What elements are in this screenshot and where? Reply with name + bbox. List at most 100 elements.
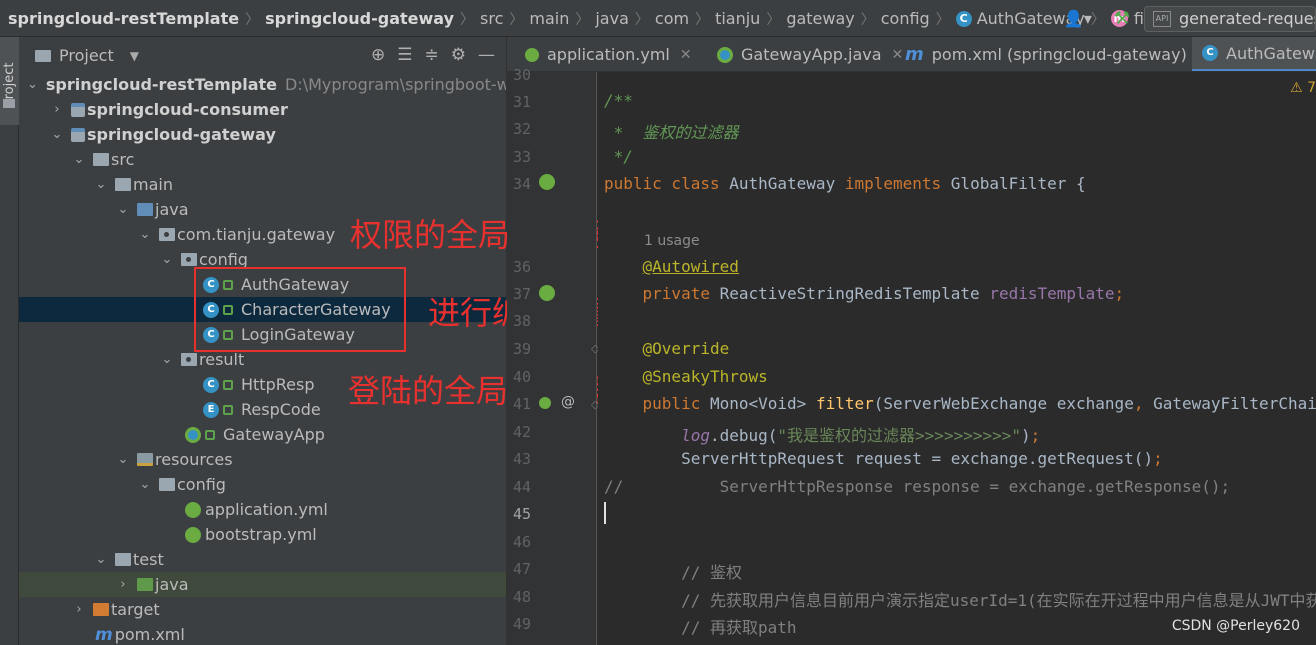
tab-pom-xml[interactable]: m pom.xml (springcloud-gateway) ✕: [905, 37, 1209, 71]
breadcrumb-item-module[interactable]: springcloud-gateway: [265, 9, 454, 28]
locate-icon[interactable]: ⊕: [371, 45, 385, 65]
package-icon: [181, 353, 197, 366]
breadcrumb-item-config[interactable]: config: [881, 9, 930, 28]
chevron-right-icon: ›: [76, 602, 82, 617]
chevron-right-icon: ›: [54, 102, 60, 117]
folder-icon: [159, 478, 175, 491]
breadcrumb-item-project[interactable]: springcloud-restTemplate: [8, 9, 239, 28]
package-icon: [181, 253, 197, 266]
chevron-down-icon: ⌄: [117, 452, 129, 467]
line-number: 49: [512, 615, 531, 633]
editor-tab-bar: application.yml ✕ GatewayApp.java ✕ m po…: [507, 37, 1316, 72]
class-icon: C: [203, 376, 219, 393]
folder-icon: [35, 49, 51, 62]
minimize-icon[interactable]: —: [478, 45, 495, 65]
chevron-right-icon: 〉: [460, 11, 475, 28]
chevron-down-icon: ⌄: [117, 202, 129, 217]
tree-node-test[interactable]: ⌄ test: [19, 547, 506, 572]
tree-node-label: bootstrap.yml: [205, 525, 317, 544]
code-editor[interactable]: ⚠ 7 /** * 鉴权的过滤器 */ public class AuthGat…: [598, 72, 1316, 645]
tree-node-target[interactable]: › target: [19, 597, 506, 622]
tab-gatewayapp-java[interactable]: GatewayApp.java ✕: [717, 37, 904, 71]
breadcrumb-item-com[interactable]: com: [655, 9, 689, 28]
gear-icon[interactable]: ⚙: [451, 45, 466, 65]
chevron-down-icon: ⌄: [27, 77, 38, 92]
project-panel-header: Project ▼ ⊕ ☰ ≑ ⚙ —: [19, 37, 506, 72]
chevron-right-icon: 〉: [509, 11, 524, 28]
class-icon: C: [1202, 45, 1218, 61]
chevron-down-icon: ⌄: [95, 177, 107, 192]
line-number: 42: [512, 423, 531, 441]
project-view-selector[interactable]: Project ▼: [35, 46, 139, 65]
tree-node-consumer[interactable]: › springcloud-consumer: [19, 97, 506, 122]
code-line-39: @Override: [642, 339, 730, 358]
line-number: 41: [512, 395, 531, 413]
code-line-42: log.debug("我是鉴权的过滤器>>>>>>>>>>");: [681, 426, 1041, 445]
tree-node-resources-config[interactable]: ⌄ config: [19, 472, 506, 497]
breadcrumb-item-gateway[interactable]: gateway: [786, 9, 854, 28]
tree-node-label: result: [199, 350, 245, 369]
excluded-folder-icon: [93, 603, 109, 616]
chevron-down-icon: ⌄: [161, 252, 173, 267]
collapse-all-icon[interactable]: ≑: [425, 45, 439, 65]
tree-node-test-java[interactable]: › java: [19, 572, 506, 597]
source-folder-icon: [137, 203, 153, 216]
chevron-down-icon: ⌄: [95, 552, 107, 567]
build-hammer-icon[interactable]: ⚒: [1114, 8, 1130, 29]
code-line-41: public Mono<Void> filter(ServerWebExchan…: [642, 394, 1316, 413]
tree-node-path: D:\Myprogram\springboot-wor: [285, 75, 507, 94]
project-tool-tab[interactable]: Project: [0, 37, 19, 125]
lock-icon: [223, 404, 233, 415]
tree-node-resources[interactable]: ⌄ resources: [19, 447, 506, 472]
breadcrumb-item-main[interactable]: main: [529, 9, 569, 28]
tree-node-bootstrap-yml[interactable]: bootstrap.yml: [19, 522, 506, 547]
close-icon[interactable]: ✕: [680, 47, 692, 63]
tree-node-label: pom.xml: [114, 625, 185, 644]
resources-folder-icon: [137, 453, 153, 466]
class-icon: C: [955, 10, 972, 27]
chevron-right-icon: 〉: [245, 11, 260, 28]
line-number: 44: [512, 478, 531, 496]
close-icon[interactable]: ✕: [892, 47, 904, 63]
tree-node-label: GatewayApp: [223, 425, 325, 444]
breadcrumb-item-java[interactable]: java: [595, 9, 629, 28]
maven-icon: m: [95, 624, 113, 645]
tree-node-application-yml[interactable]: application.yml: [19, 497, 506, 522]
usage-hint[interactable]: 1 usage: [644, 230, 700, 249]
run-config-selector[interactable]: API generated-requests: [1144, 5, 1316, 32]
tree-node-label: main: [133, 175, 173, 194]
chevron-down-icon: ▼: [129, 48, 139, 63]
tree-node-gateway-module[interactable]: ⌄ springcloud-gateway: [19, 122, 506, 147]
lock-icon: [205, 429, 215, 440]
tree-node-src[interactable]: ⌄ src: [19, 147, 506, 172]
line-number: 38: [512, 312, 531, 330]
folder-icon: [115, 178, 131, 191]
project-panel-tools: ⊕ ☰ ≑ ⚙ —: [371, 37, 506, 72]
tab-authgateway[interactable]: C AuthGatewa: [1192, 37, 1316, 71]
package-icon: [159, 228, 175, 241]
warning-indicator[interactable]: ⚠ 7: [1290, 80, 1316, 96]
code-line-48: // 先获取用户信息目前用户演示指定userId=1(在实际在开过程中用户信息是…: [604, 591, 1316, 610]
spring-bean-icon[interactable]: [539, 174, 555, 190]
tree-node-label: springcloud-restTemplate: [45, 75, 278, 94]
line-number: 39: [512, 340, 531, 358]
tree-node-pom[interactable]: m pom.xml: [19, 622, 506, 645]
watermark: CSDN @Perley620: [1171, 618, 1300, 634]
at-annotation-icon[interactable]: @: [561, 394, 575, 410]
breadcrumb-item-tianju[interactable]: tianju: [715, 9, 760, 28]
spring-bean-icon[interactable]: [539, 285, 555, 301]
text-caret: [604, 502, 606, 524]
tab-application-yml[interactable]: application.yml ✕: [525, 37, 692, 71]
chevron-right-icon: 〉: [935, 11, 950, 28]
code-line-32: * 鉴权的过滤器: [604, 123, 739, 142]
tree-node-main[interactable]: ⌄ main: [19, 172, 506, 197]
expand-all-icon[interactable]: ☰: [397, 45, 412, 65]
tree-node-gatewayapp[interactable]: GatewayApp: [19, 422, 506, 447]
breadcrumb: springcloud-restTemplate 〉 springcloud-ga…: [8, 0, 1171, 37]
user-icon[interactable]: 👤▾: [1064, 9, 1092, 28]
tree-node-project[interactable]: ⌄ springcloud-restTemplate D:\Myprogram\…: [19, 72, 507, 97]
line-number: 47: [512, 560, 531, 578]
chevron-right-icon: 〉: [695, 11, 710, 28]
implements-icon[interactable]: [539, 397, 551, 409]
breadcrumb-item-src[interactable]: src: [480, 9, 503, 28]
